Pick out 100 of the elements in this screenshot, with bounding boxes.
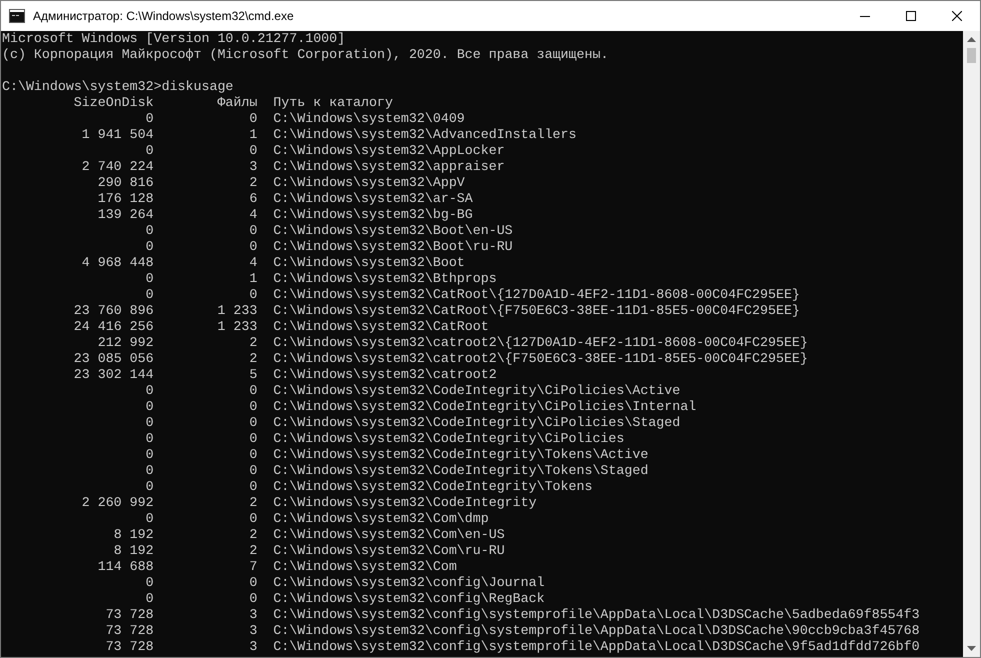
table-cell: C:\Windows\system32\CodeIntegrity\CiPolicies\Active (273, 383, 680, 399)
table-cell: C:\Windows\system32\0409 (273, 111, 465, 127)
table-cell: C:\Windows\system32\CodeIntegrity\Tokens (273, 479, 592, 495)
table-cell-text: 23 760 896 (72, 303, 154, 319)
table-cell: C:\Windows\system32\Com\dmp (273, 511, 489, 527)
table-cell-text: 1 (248, 271, 258, 287)
table-cell: C:\Windows\system32\config\systemprofile\AppData\Local\D3DSCache\5adbeda69f8554f3 (273, 607, 920, 623)
table-cell-text: 0 (248, 511, 258, 527)
table-cell: C:\Windows\system32\CodeIntegrity (273, 495, 537, 511)
window-title: Администратор: C:\Windows\system32\cmd.exe (33, 8, 294, 25)
table-cell-text: 0 (248, 591, 258, 607)
table-cell-text: 0 (144, 479, 154, 495)
table-cell-text: 0 (248, 111, 258, 127)
table-cell: C:\Windows\system32\CodeIntegrity\CiPolicies\Internal (273, 399, 696, 415)
table-cell: C:\Windows\system32\config\systemprofile\AppData\Local\D3DSCache\90ccb9cba3f45768 (273, 623, 920, 639)
table-cell: C:\Windows\system32\AppLocker (273, 143, 505, 159)
table-cell-text: 0 (248, 287, 258, 303)
table-cell-text: 73 728 (104, 607, 154, 623)
scrollbar-thumb[interactable] (967, 48, 976, 63)
table-cell-text: 2 (248, 175, 258, 191)
table-cell-text: 2 740 224 (80, 159, 154, 175)
table-cell: C:\Windows\system32\CatRoot\{F750E6C3-38EE-11D1-85E5-00C04FC295EE} (273, 303, 800, 319)
table-cell-text: 3 (248, 159, 258, 175)
table-cell-text: 176 128 (96, 191, 154, 207)
table-cell: C:\Windows\system32\CatRoot\{127D0A1D-4EF2-11D1-8608-00C04FC295EE} (273, 287, 800, 303)
table-cell-text: 0 (248, 447, 258, 463)
table-cell: C:\Windows\system32\CodeIntegrity\CiPolicies (273, 431, 624, 447)
console-text: (c) Корпорация Майкрософт (Microsoft Corporation), 2020. Все права защищены. (2, 47, 608, 63)
table-cell-text: 0 (248, 143, 258, 159)
table-cell-text: 4 (248, 255, 258, 271)
table-cell-text: 4 968 448 (80, 255, 154, 271)
scrollbar[interactable] (963, 31, 980, 657)
table-cell-text: 8 192 (112, 543, 154, 559)
table-cell: C:\Windows\system32\config\RegBack (273, 591, 545, 607)
column-header: Путь к каталогу (273, 95, 393, 111)
table-cell-text: 0 (144, 239, 154, 255)
table-cell: C:\Windows\system32\AdvancedInstallers (273, 127, 576, 143)
table-cell: C:\Windows\system32\catroot2\{F750E6C3-38EE-11D1-85E5-00C04FC295EE} (273, 351, 808, 367)
table-cell-text: 8 192 (112, 527, 154, 543)
command-line: C:\Windows\system32>diskusage (2, 79, 234, 95)
table-cell: C:\Windows\system32\Boot\en-US (273, 223, 513, 239)
table-cell-text: 0 (248, 415, 258, 431)
table-cell: C:\Windows\system32\Com\ru-RU (273, 543, 505, 559)
table-cell: C:\Windows\system32\Bthprops (273, 271, 497, 287)
table-cell-text: 23 085 056 (72, 351, 154, 367)
scroll-up-icon[interactable] (967, 37, 976, 42)
column-header: Файлы (216, 95, 258, 111)
table-cell-text: 0 (248, 463, 258, 479)
table-cell-text: 0 (144, 287, 154, 303)
table-cell-text: 0 (144, 271, 154, 287)
table-cell-text: 1 233 (216, 303, 258, 319)
console-app-icon (9, 9, 25, 23)
table-cell: C:\Windows\system32\appraiser (273, 159, 505, 175)
table-cell-text: 1 941 504 (80, 127, 154, 143)
table-cell-text: 0 (144, 463, 154, 479)
table-cell-text: 0 (144, 111, 154, 127)
close-icon (952, 11, 962, 21)
table-cell-text: 4 (248, 207, 258, 223)
table-cell-text: 2 (248, 543, 258, 559)
table-cell-text: 212 992 (96, 335, 154, 351)
console-text: Microsoft Windows [Version 10.0.21277.1000] (2, 31, 346, 47)
table-cell-text: 7 (248, 559, 258, 575)
table-cell: C:\Windows\system32\bg-BG (273, 207, 473, 223)
scroll-down-icon[interactable] (967, 646, 976, 651)
table-cell-text: 0 (144, 431, 154, 447)
table-cell-text: 3 (248, 607, 258, 623)
table-cell-text: 6 (248, 191, 258, 207)
table-cell-text: 139 264 (96, 207, 154, 223)
table-cell-text: 73 728 (104, 623, 154, 639)
table-cell-text: 1 (248, 127, 258, 143)
table-cell-text: 0 (144, 223, 154, 239)
table-cell-text: 2 (248, 335, 258, 351)
table-cell-text: 0 (144, 591, 154, 607)
table-cell-text: 1 233 (216, 319, 258, 335)
table-cell-text: 3 (248, 639, 258, 655)
table-cell-text: 0 (248, 575, 258, 591)
table-cell: C:\Windows\system32\CatRoot (273, 319, 489, 335)
table-cell-text: 0 (144, 383, 154, 399)
table-cell-text: 0 (144, 415, 154, 431)
column-header: SizeOnDisk (72, 95, 154, 111)
table-cell: C:\Windows\system32\catroot2 (273, 367, 497, 383)
table-cell-text: 0 (248, 239, 258, 255)
table-cell-text: 114 688 (96, 559, 154, 575)
table-cell-text: 0 (248, 431, 258, 447)
maximize-icon (906, 11, 916, 21)
table-cell: C:\Windows\system32\Com (273, 559, 457, 575)
table-cell-text: 0 (248, 399, 258, 415)
table-cell: C:\Windows\system32\CodeIntegrity\Tokens\Staged (273, 463, 648, 479)
table-cell: C:\Windows\system32\CodeIntegrity\Tokens\Active (273, 447, 648, 463)
table-cell: C:\Windows\system32\Boot (273, 255, 465, 271)
table-cell-text: 73 728 (104, 639, 154, 655)
table-cell: C:\Windows\system32\Com\en-US (273, 527, 505, 543)
table-cell-text: 2 (248, 495, 258, 511)
table-cell: C:\Windows\system32\catroot2\{127D0A1D-4EF2-11D1-8608-00C04FC295EE} (273, 335, 808, 351)
table-cell: C:\Windows\system32\ar-SA (273, 191, 473, 207)
table-cell: C:\Windows\system32\Boot\ru-RU (273, 239, 513, 255)
table-cell-text: 0 (144, 447, 154, 463)
table-cell: C:\Windows\system32\config\systemprofile\AppData\Local\D3DSCache\9f5ad1dfdd726bf0 (273, 639, 920, 655)
table-cell-text: 0 (144, 511, 154, 527)
table-cell-text: 290 816 (96, 175, 154, 191)
